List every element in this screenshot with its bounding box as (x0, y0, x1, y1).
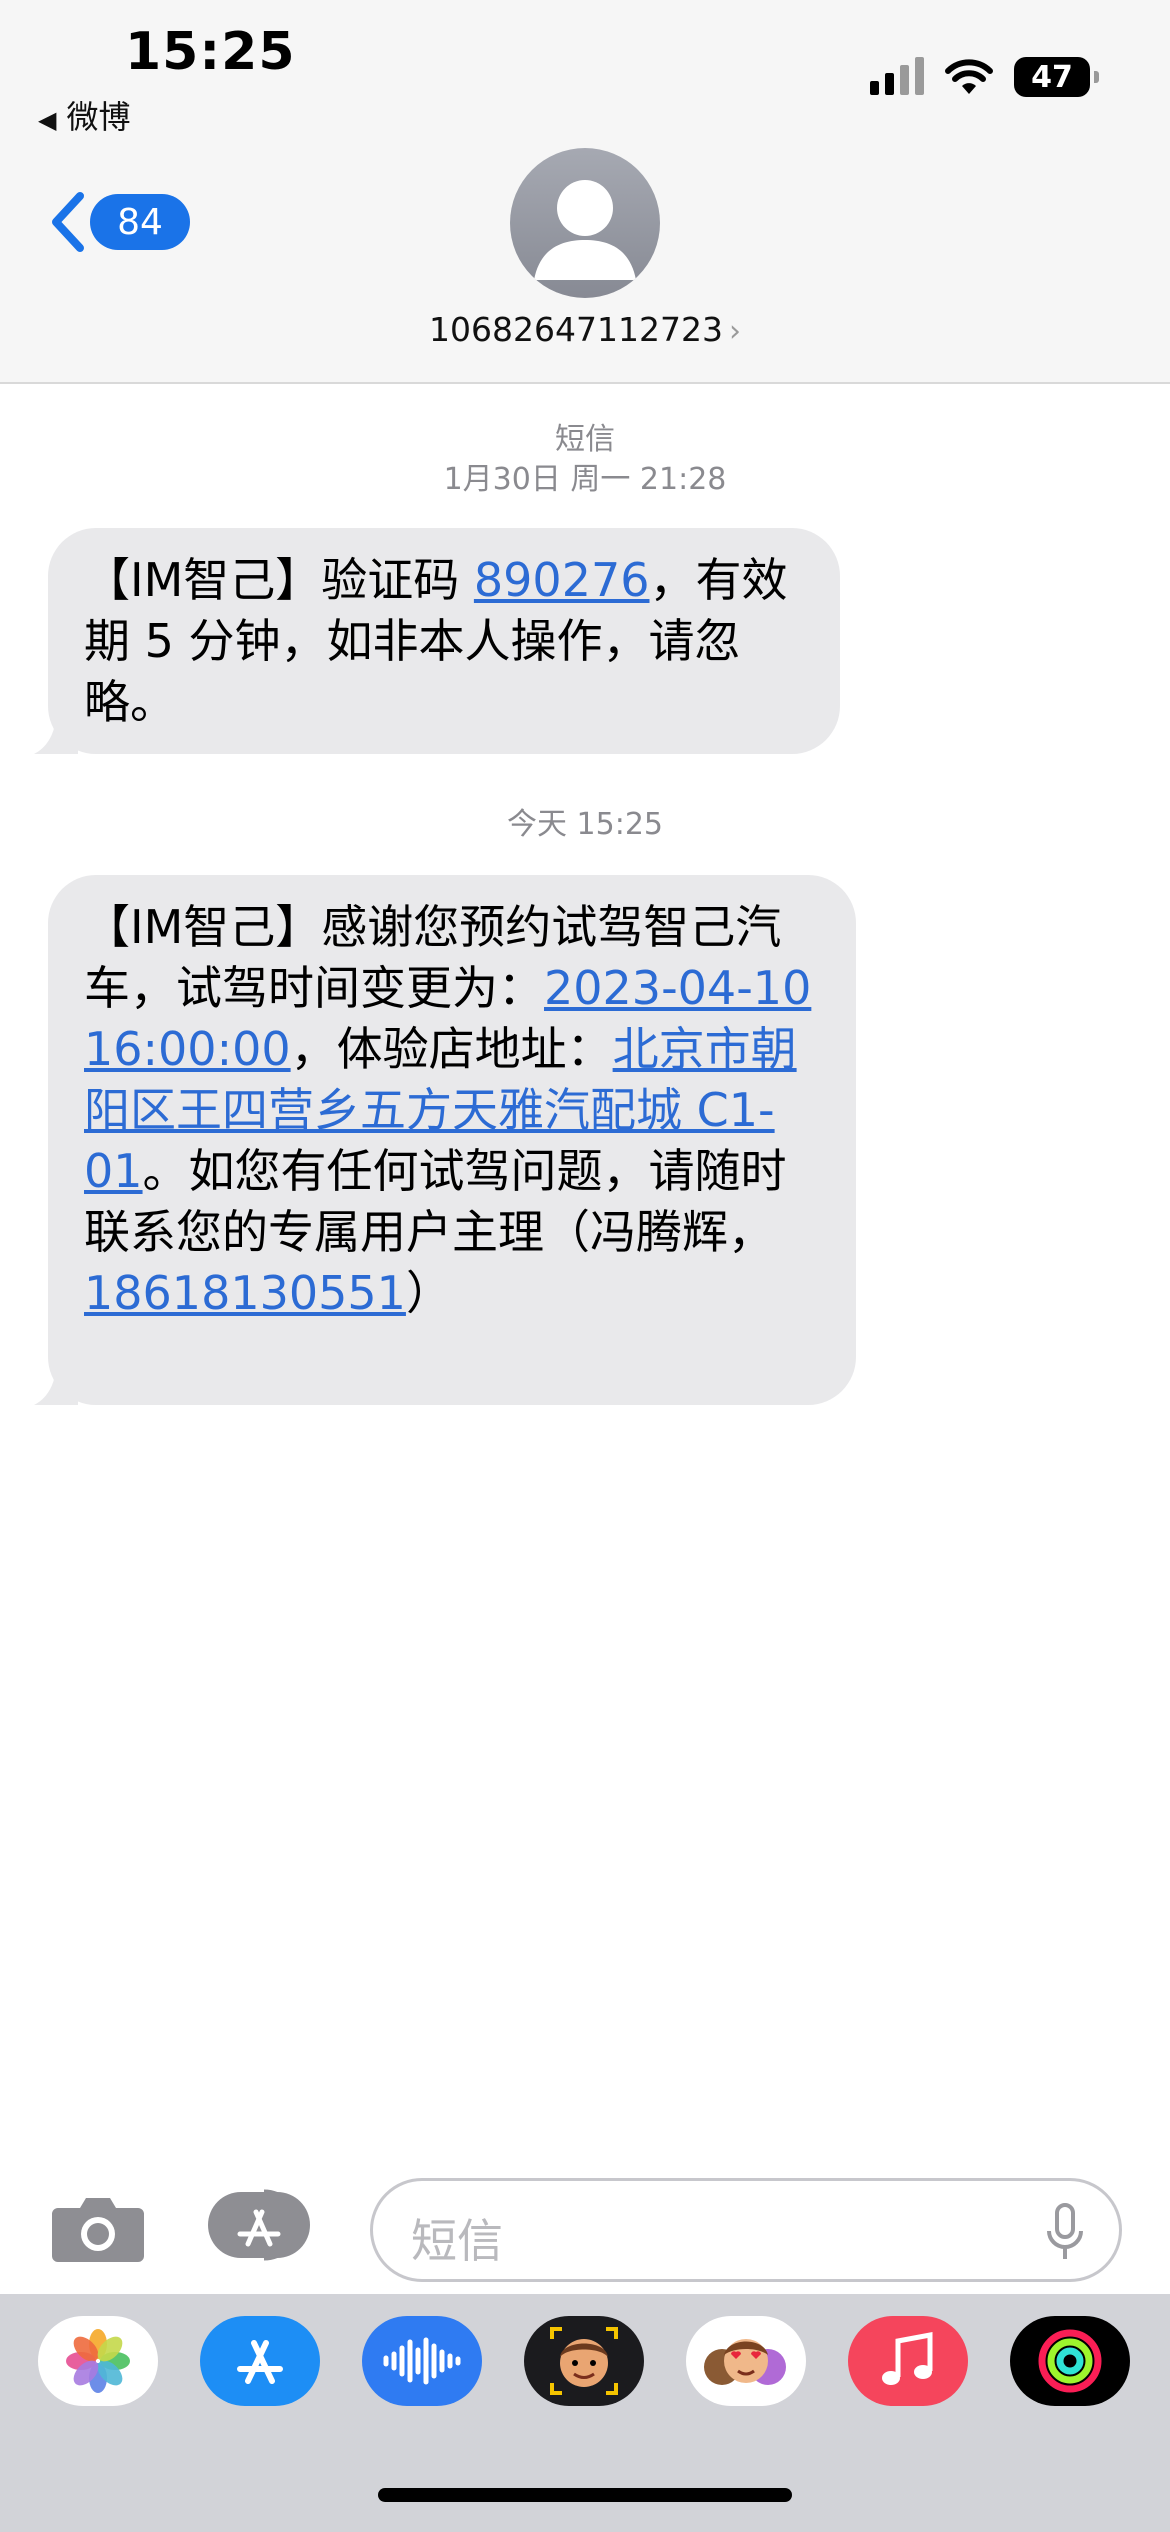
audio-message-icon[interactable] (362, 2316, 482, 2406)
status-indicators: 47 (870, 55, 1099, 99)
waveform-icon (383, 2337, 461, 2385)
activity-icon[interactable] (1010, 2316, 1130, 2406)
message-text: ，体验店地址： (290, 1022, 613, 1076)
photos-icon[interactable] (38, 2316, 158, 2406)
service-label: 短信 (555, 422, 615, 457)
back-button[interactable]: 84 (48, 190, 190, 254)
home-indicator[interactable] (378, 2488, 792, 2502)
memoji-camera-icon[interactable] (524, 2316, 644, 2406)
cellular-signal-icon (870, 57, 924, 95)
message-input-placeholder: 短信 (411, 2214, 503, 2268)
contact-number: 10682647112723 (429, 310, 723, 349)
back-triangle-icon: ◀ (38, 106, 57, 134)
back-to-app-link[interactable]: ◀ 微博 (38, 92, 130, 138)
message-timestamp: 今天 15:25 (507, 807, 663, 842)
message-input[interactable]: 短信 (370, 2178, 1122, 2282)
verification-code-link[interactable]: 890276 (474, 553, 650, 607)
conversation-header: 15:25 ◀ 微博 47 84 10682647112723 › (0, 0, 1170, 384)
contact-avatar[interactable] (510, 148, 660, 298)
message-bubble[interactable]: 【IM智己】验证码 890276，有效期 5 分钟，如非本人操作，请忽略。 (34, 528, 840, 754)
message-composer: 短信 (0, 2170, 1170, 2290)
app-store-icon[interactable] (200, 2316, 320, 2406)
app-store-glyph-icon (237, 2340, 283, 2384)
person-icon (534, 180, 636, 280)
photos-flower-icon (66, 2329, 130, 2393)
app-store-apps-icon[interactable] (208, 2188, 320, 2262)
music-icon[interactable] (848, 2316, 968, 2406)
memoji-face-icon (550, 2327, 618, 2395)
message-timestamp: 1月30日 周一 21:28 (443, 462, 727, 497)
camera-icon[interactable] (52, 2192, 144, 2262)
activity-rings-icon (1038, 2329, 1102, 2393)
music-note-icon (882, 2331, 933, 2385)
unread-count-badge: 84 (90, 194, 190, 250)
microphone-icon[interactable] (1045, 2203, 1085, 2261)
phone-number-link[interactable]: 18618130551 (84, 1266, 406, 1320)
message-text: 【IM智己】验证码 (84, 553, 474, 607)
memoji-stickers-icon[interactable] (686, 2316, 806, 2406)
battery-icon: 47 (1014, 57, 1099, 97)
chevron-left-icon (52, 192, 84, 252)
wifi-icon (945, 59, 993, 94)
message-text: ） (405, 1266, 452, 1320)
bubble-tail (34, 718, 78, 754)
status-time: 15:25 (125, 22, 296, 82)
contact-name[interactable]: 10682647112723 › (0, 310, 1170, 349)
message-text: 。如您有任何试驾问题，请随时联系您的专属用户主理（冯腾辉， (84, 1144, 787, 1259)
back-app-label: 微博 (66, 98, 131, 136)
memoji-stickers-glyph-icon (704, 2339, 786, 2385)
bubble-tail (34, 1369, 78, 1405)
message-bubble[interactable]: 【IM智己】感谢您预约试驾智己汽车，试驾时间变更为：2023-04-10 16:… (34, 875, 856, 1405)
chevron-right-icon: › (728, 314, 741, 349)
